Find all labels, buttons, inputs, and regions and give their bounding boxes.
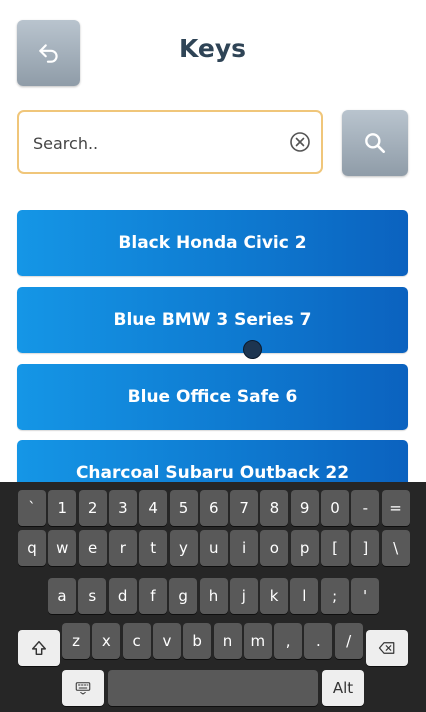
search-input[interactable] — [31, 122, 285, 164]
page-title: Keys — [178, 34, 247, 63]
key-row1-11[interactable]: - — [351, 490, 380, 526]
key-row3-3[interactable]: f — [138, 578, 167, 614]
shift-arrow-icon — [31, 640, 47, 656]
key-row2-9[interactable]: p — [290, 530, 319, 566]
key-row3-10[interactable]: ' — [351, 578, 379, 614]
key-row3-9[interactable]: ; — [320, 578, 349, 614]
key-row2-4[interactable]: t — [139, 530, 168, 566]
hide-keyboard-key[interactable] — [62, 670, 104, 706]
key-row1-4[interactable]: 4 — [139, 490, 168, 526]
backspace-key[interactable] — [366, 630, 408, 666]
key-row4-1[interactable]: x — [92, 623, 121, 659]
space-key[interactable] — [108, 670, 318, 706]
keyboard-hide-icon — [75, 682, 91, 695]
backspace-icon — [378, 642, 395, 654]
key-row1-8[interactable]: 8 — [260, 490, 289, 526]
key-row1-2[interactable]: 2 — [78, 490, 107, 526]
search-icon — [365, 133, 385, 153]
key-row2-12[interactable]: \ — [381, 530, 410, 566]
back-button[interactable] — [17, 20, 80, 86]
key-row2-10[interactable]: [ — [321, 530, 349, 566]
key-list-item[interactable]: Blue Office Safe 6 — [17, 364, 408, 430]
key-row3-2[interactable]: d — [108, 578, 137, 614]
key-row4-7[interactable]: , — [274, 623, 303, 659]
key-row3-1[interactable]: s — [78, 578, 107, 614]
key-row2-1[interactable]: w — [48, 530, 77, 566]
key-row1-6[interactable]: 6 — [199, 490, 228, 526]
key-row4-4[interactable]: b — [183, 623, 212, 659]
key-row4-5[interactable]: n — [213, 623, 242, 659]
key-list-item[interactable]: Blue BMW 3 Series 7 — [17, 287, 408, 353]
key-row1-9[interactable]: 9 — [290, 490, 319, 526]
key-row2-7[interactable]: i — [230, 530, 259, 566]
key-row1-10[interactable]: 0 — [321, 490, 349, 526]
key-row3-6[interactable]: j — [229, 578, 258, 614]
key-row2-5[interactable]: y — [169, 530, 198, 566]
touch-cursor — [243, 340, 262, 359]
shift-key[interactable] — [18, 630, 60, 666]
key-row1-7[interactable]: 7 — [230, 490, 259, 526]
key-row2-0[interactable]: q — [18, 530, 46, 566]
key-row1-0[interactable]: ` — [18, 490, 46, 526]
on-screen-keyboard: Alt ` 1 2 3 4 5 6 7 8 9 0- = q w e r t y u i o p[] \ a s d f g h j k l;… — [0, 482, 426, 712]
key-row1-3[interactable]: 3 — [108, 490, 137, 526]
key-row2-6[interactable]: u — [199, 530, 228, 566]
clear-search-icon[interactable] — [289, 131, 311, 153]
key-row2-3[interactable]: r — [108, 530, 137, 566]
key-row2-8[interactable]: o — [260, 530, 289, 566]
key-row3-7[interactable]: k — [260, 578, 289, 614]
key-row3-4[interactable]: g — [169, 578, 198, 614]
alt-key[interactable]: Alt — [322, 670, 364, 706]
key-row3-8[interactable]: l — [290, 578, 319, 614]
key-row4-0[interactable]: z — [62, 623, 90, 659]
undo-arrow-icon — [38, 44, 58, 63]
key-row4-2[interactable]: c — [122, 623, 151, 659]
keys-screen: Keys Black Honda Civic 2 Blue BMW 3 Seri… — [0, 0, 426, 712]
key-row4-3[interactable]: v — [152, 623, 181, 659]
search-button[interactable] — [342, 110, 408, 176]
key-row2-11[interactable]: ] — [351, 530, 380, 566]
key-row1-1[interactable]: 1 — [48, 490, 77, 526]
key-row3-5[interactable]: h — [199, 578, 228, 614]
key-row4-9[interactable]: / — [334, 623, 363, 659]
key-row4-8[interactable]: . — [304, 623, 333, 659]
key-row2-2[interactable]: e — [78, 530, 107, 566]
key-row1-12[interactable]: = — [381, 490, 410, 526]
search-field[interactable] — [17, 110, 323, 174]
key-row1-5[interactable]: 5 — [169, 490, 198, 526]
key-list-item[interactable]: Black Honda Civic 2 — [17, 210, 408, 276]
key-row4-6[interactable]: m — [243, 623, 272, 659]
key-row3-0[interactable]: a — [48, 578, 76, 614]
